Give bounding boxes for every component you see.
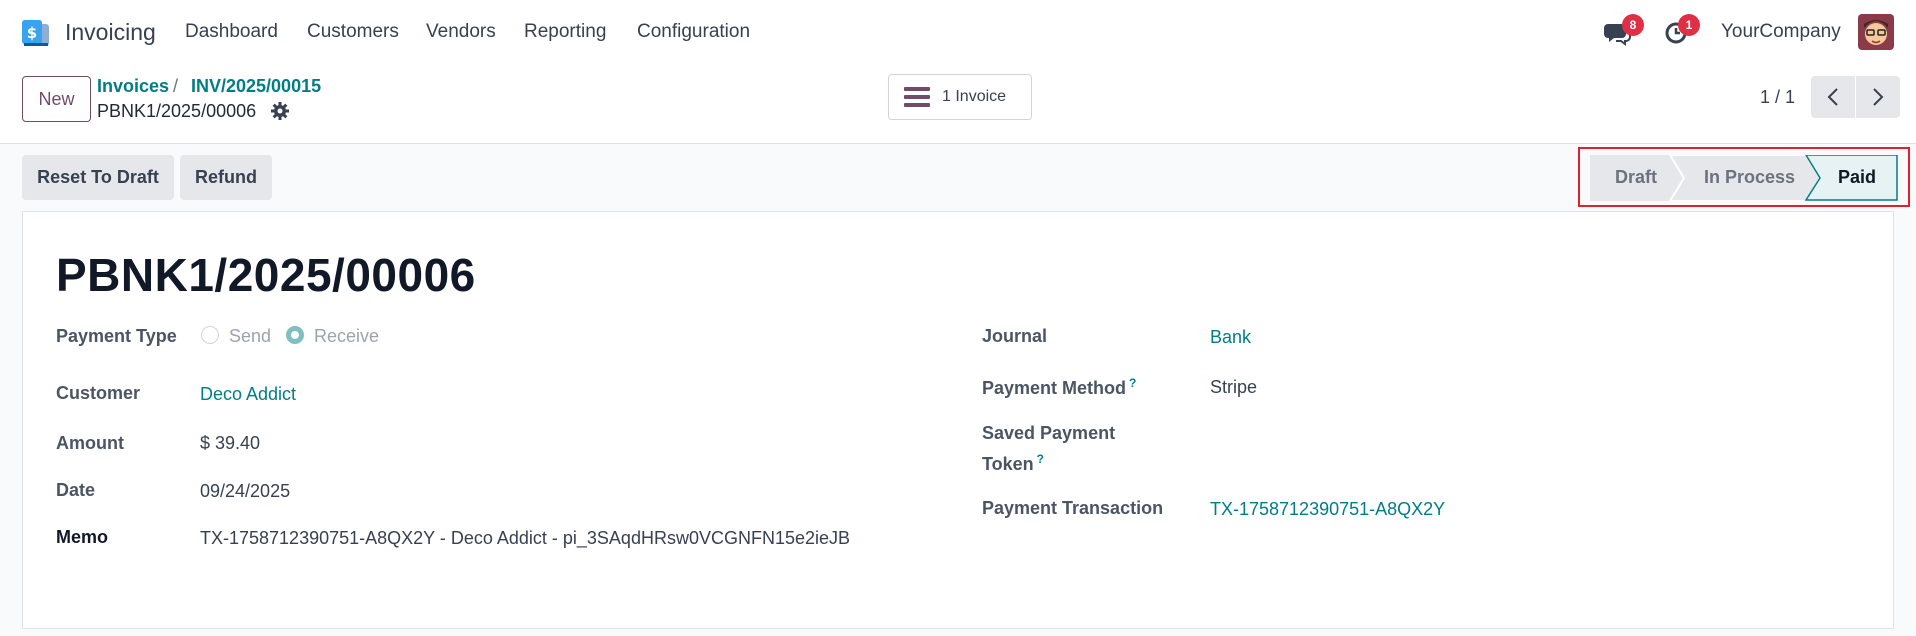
memo-value: TX-1758712390751-A8QX2Y - Deco Addict - … bbox=[200, 528, 851, 548]
saved-token-label-line1: Saved Payment bbox=[982, 423, 1116, 443]
breadcrumb-separator: / bbox=[173, 76, 179, 96]
svg-text:$: $ bbox=[27, 24, 37, 42]
control-panel: New Invoices / INV/2025/00015 PBNK1/2025… bbox=[0, 64, 1916, 144]
amount-label: Amount bbox=[56, 433, 124, 453]
breadcrumb-invoices[interactable]: Invoices bbox=[97, 76, 169, 97]
top-navbar: $ Invoicing Dashboard Customers Vendors … bbox=[0, 0, 1916, 64]
breadcrumb-invoice-record[interactable]: INV/2025/00015 bbox=[191, 76, 321, 97]
user-avatar[interactable] bbox=[1858, 14, 1894, 50]
help-icon[interactable]: ? bbox=[1037, 452, 1044, 466]
nav-customers[interactable]: Customers bbox=[307, 21, 399, 43]
saved-token-label-line2: Token? bbox=[982, 452, 1045, 474]
status-in-process[interactable]: In Process bbox=[1704, 167, 1795, 188]
activities-badge: 1 bbox=[1678, 14, 1700, 36]
status-paid[interactable]: Paid bbox=[1838, 167, 1876, 188]
reset-to-draft-button[interactable]: Reset To Draft bbox=[22, 155, 174, 200]
amount-value: $ 39.40 bbox=[200, 433, 261, 453]
refund-button[interactable]: Refund bbox=[180, 155, 272, 200]
messages-badge: 8 bbox=[1622, 14, 1644, 36]
status-pipeline: Draft In Process Paid bbox=[1590, 155, 1898, 201]
payment-type-label: Payment Type bbox=[56, 326, 177, 346]
pager-next-button[interactable] bbox=[1856, 76, 1900, 118]
new-button[interactable]: New bbox=[22, 76, 91, 122]
journal-label: Journal bbox=[982, 326, 1048, 346]
nav-reporting[interactable]: Reporting bbox=[524, 21, 606, 43]
radio-send[interactable] bbox=[201, 326, 219, 344]
radio-receive-label[interactable]: Receive bbox=[314, 326, 379, 347]
customer-link[interactable]: Deco Addict bbox=[200, 384, 296, 405]
pager-previous-button[interactable] bbox=[1811, 76, 1855, 118]
record-title: PBNK1/2025/00006 bbox=[56, 249, 476, 301]
invoicing-app-icon[interactable]: $ bbox=[20, 17, 50, 47]
nav-dashboard[interactable]: Dashboard bbox=[185, 21, 278, 43]
list-icon bbox=[904, 87, 930, 107]
nav-configuration[interactable]: Configuration bbox=[637, 21, 750, 43]
gear-icon[interactable] bbox=[270, 101, 290, 121]
journal-link[interactable]: Bank bbox=[1210, 327, 1251, 348]
date-label: Date bbox=[56, 480, 96, 500]
radio-send-label[interactable]: Send bbox=[229, 326, 271, 347]
customer-label: Customer bbox=[56, 383, 141, 403]
payment-transaction-link[interactable]: TX-1758712390751-A8QX2Y bbox=[1210, 499, 1445, 520]
company-switcher[interactable]: YourCompany bbox=[1721, 21, 1841, 43]
payment-method-value: Stripe bbox=[1210, 377, 1258, 397]
payment-method-label: Payment Method? bbox=[982, 376, 1137, 398]
chevron-right-icon bbox=[1873, 88, 1884, 106]
date-value: 09/24/2025 bbox=[200, 481, 291, 501]
pager-value[interactable]: 1 / 1 bbox=[1760, 87, 1795, 108]
nav-vendors[interactable]: Vendors bbox=[426, 21, 496, 43]
smart-button-label: 1 Invoice bbox=[942, 88, 1007, 105]
help-icon[interactable]: ? bbox=[1129, 376, 1136, 390]
payment-transaction-label: Payment Transaction bbox=[982, 498, 1164, 518]
form-statusbar: Reset To Draft Refund Draft In Process P… bbox=[0, 145, 1916, 211]
radio-receive[interactable] bbox=[286, 326, 304, 344]
app-title[interactable]: Invoicing bbox=[65, 19, 156, 46]
chevron-left-icon bbox=[1827, 88, 1838, 106]
invoice-smart-button[interactable]: 1 Invoice bbox=[888, 74, 1032, 120]
status-draft[interactable]: Draft bbox=[1615, 167, 1657, 188]
memo-label: Memo bbox=[56, 527, 109, 547]
breadcrumb-current: PBNK1/2025/00006 bbox=[97, 101, 257, 121]
